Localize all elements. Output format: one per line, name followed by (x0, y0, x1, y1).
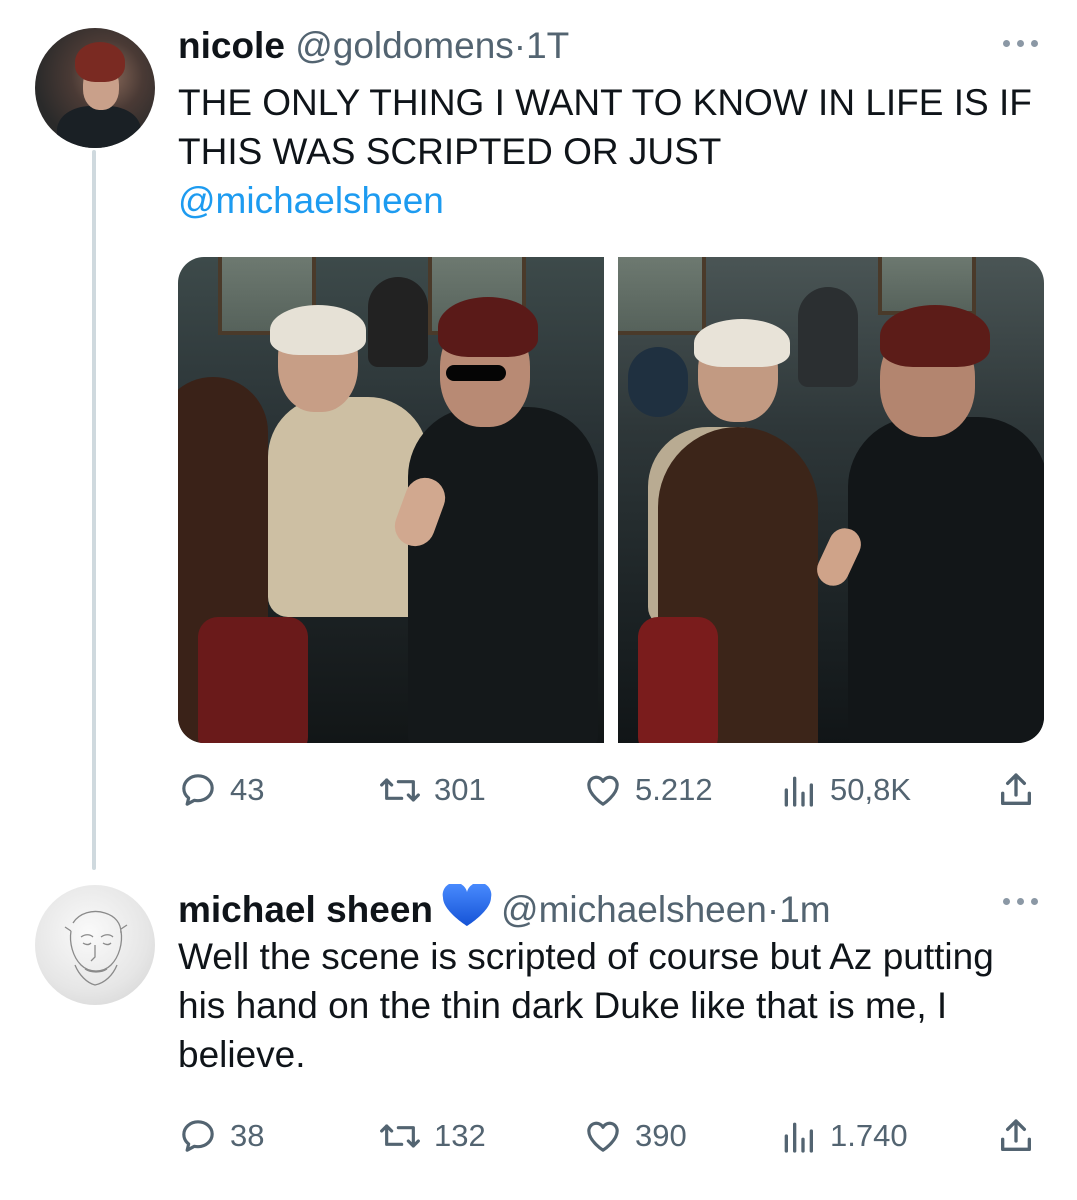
avatar-michael-sheen[interactable] (35, 885, 155, 1005)
more-icon[interactable] (1003, 40, 1039, 50)
thread-connector-line (92, 150, 96, 870)
author-name[interactable]: nicole (178, 25, 285, 66)
like-button[interactable]: 390 (583, 1114, 687, 1158)
like-count: 5.212 (635, 772, 713, 807)
media-image-right[interactable] (618, 257, 1044, 743)
tweet-actions: 38 132 390 1.740 (178, 1114, 1038, 1158)
views-count: 50,8K (830, 772, 912, 807)
like-count: 390 (635, 1118, 687, 1153)
media-image-left[interactable] (178, 257, 604, 743)
reply-icon (182, 1120, 214, 1152)
share-icon (1001, 773, 1031, 805)
tweet-body: THE ONLY THING I WANT TO KNOW IN LIFE IS… (178, 82, 1032, 172)
reply-count: 43 (230, 772, 265, 807)
share-button[interactable] (996, 768, 1036, 812)
timestamp[interactable]: 1m (779, 889, 830, 930)
reply-icon (182, 774, 214, 806)
tweet-text: THE ONLY THING I WANT TO KNOW IN LIFE IS… (178, 78, 1058, 225)
retweet-count: 132 (434, 1118, 486, 1153)
separator-dot: · (766, 889, 780, 930)
mention-link[interactable]: @michaelsheen (178, 176, 1058, 225)
like-icon (587, 775, 619, 806)
avatar-nicole[interactable] (35, 28, 155, 148)
reply-count: 38 (230, 1118, 265, 1153)
share-button[interactable] (996, 1114, 1036, 1158)
sketch-portrait-icon (64, 910, 128, 986)
blue-heart-icon (441, 882, 493, 934)
like-button[interactable]: 5.212 (583, 768, 713, 812)
separator-dot: · (513, 25, 527, 66)
reply-button[interactable]: 38 (178, 1114, 264, 1158)
tweet-media[interactable] (178, 257, 1044, 743)
views-button[interactable]: 50,8K (778, 768, 911, 812)
retweet-button[interactable]: 132 (378, 1114, 486, 1158)
author-handle[interactable]: @michaelsheen (501, 889, 767, 930)
tweet-header: nicole @goldomens·1T (178, 27, 569, 64)
timestamp[interactable]: 1T (526, 25, 569, 66)
views-button[interactable]: 1.740 (778, 1114, 908, 1158)
retweet-icon (380, 778, 420, 802)
views-icon (784, 1122, 813, 1153)
tweet-text: Well the scene is scripted of course but… (178, 936, 994, 1075)
views-count: 1.740 (830, 1118, 908, 1153)
tweet-header: michael sheen @michaelsheen·1m (178, 882, 831, 934)
views-icon (784, 776, 813, 807)
author-handle[interactable]: @goldomens (295, 25, 514, 66)
more-icon[interactable] (1003, 898, 1039, 908)
reply-button[interactable]: 43 (178, 768, 264, 812)
tweet-actions: 43 301 5.212 50,8K (178, 768, 1038, 812)
like-icon (587, 1121, 619, 1152)
retweet-count: 301 (434, 772, 486, 807)
share-icon (1001, 1119, 1031, 1151)
retweet-icon (380, 1124, 420, 1148)
author-name[interactable]: michael sheen (178, 889, 433, 930)
retweet-button[interactable]: 301 (378, 768, 486, 812)
